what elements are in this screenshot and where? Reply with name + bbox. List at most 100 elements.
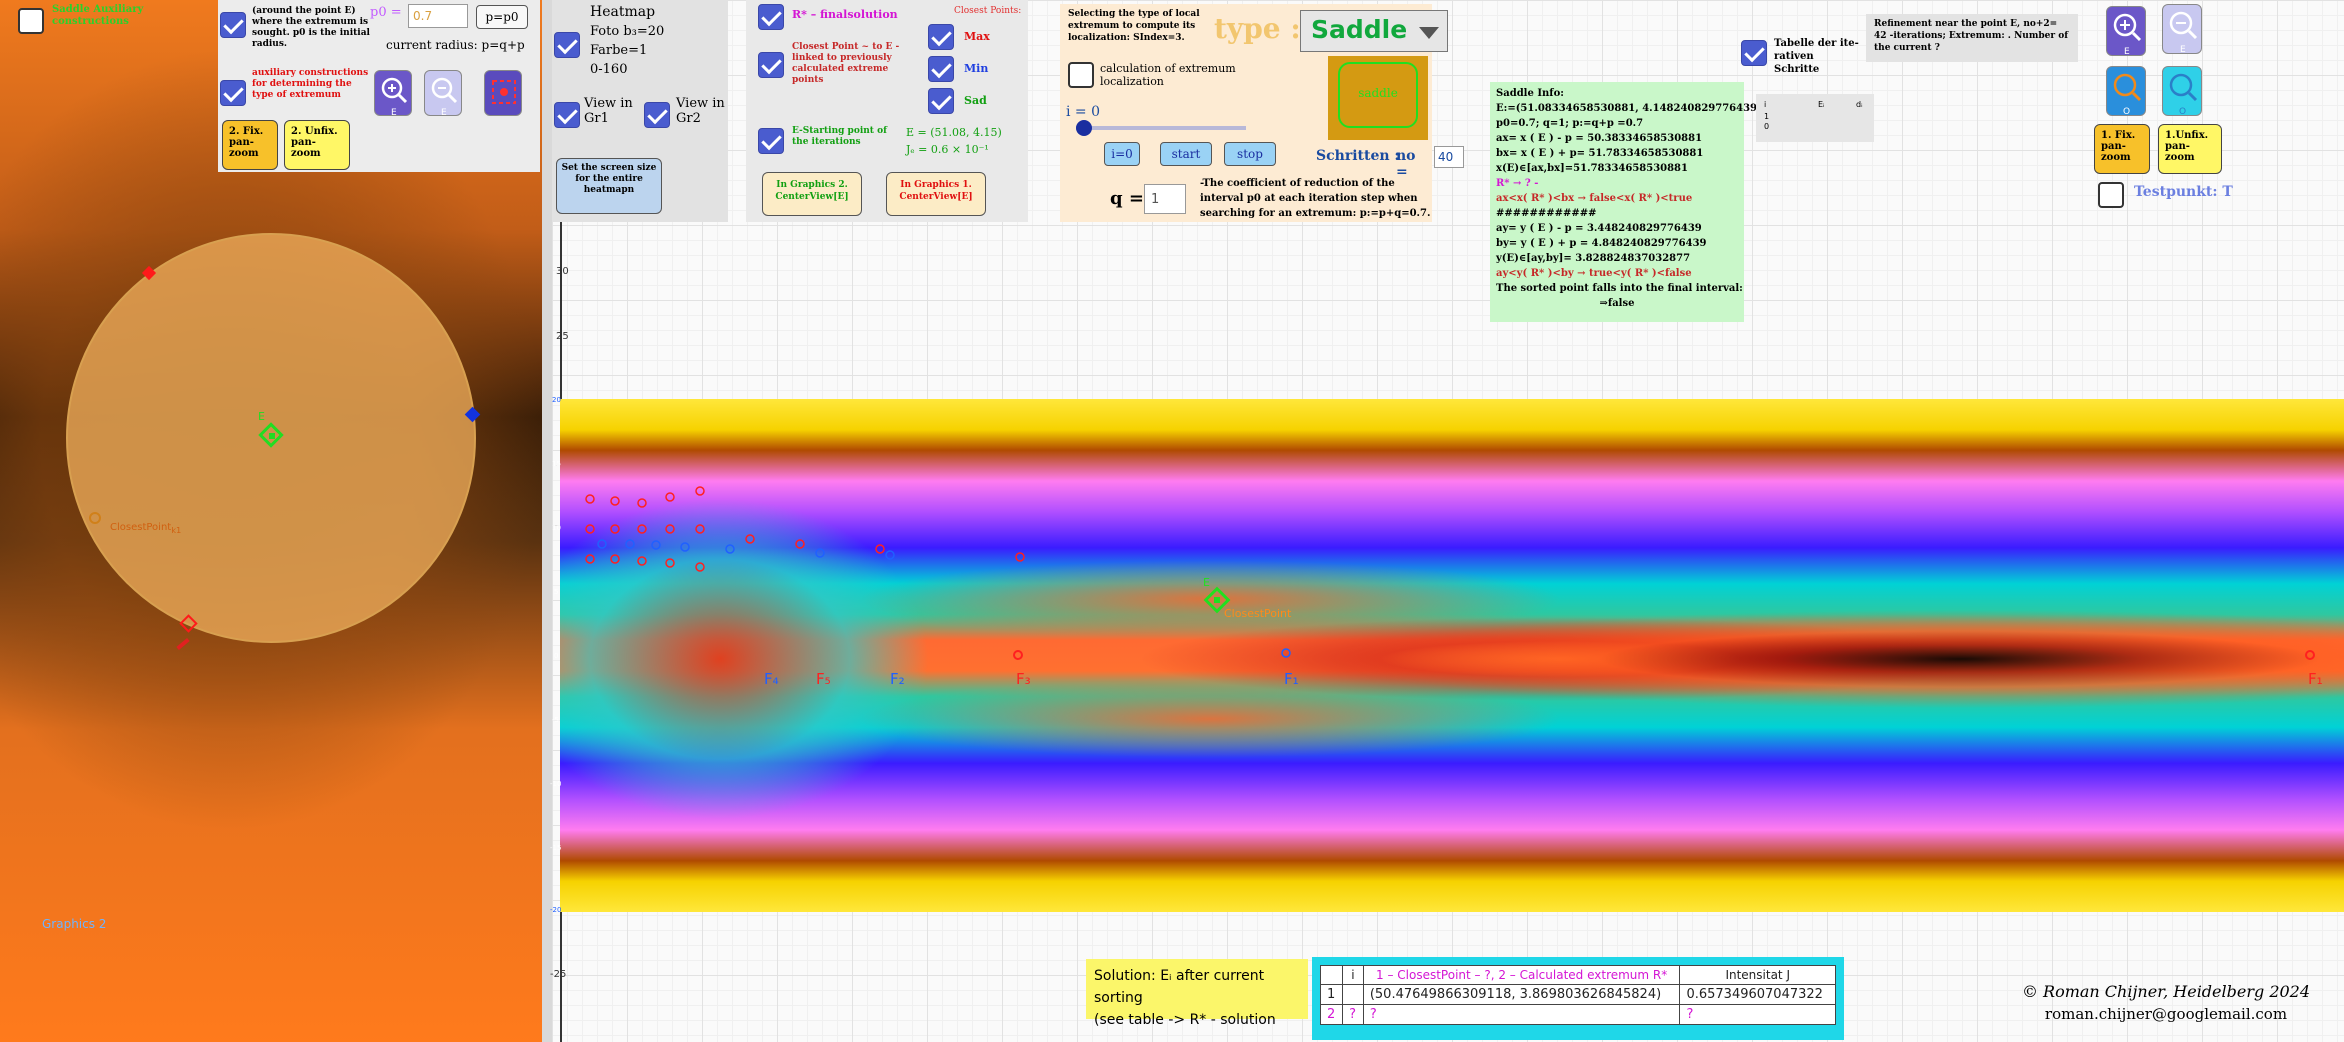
table-cell: (50.47649866309118, 3.869803626845824)	[1362, 984, 1681, 1005]
unfix-pan-zoom-1-button[interactable]: 1.Unfix. pan-zoom	[2158, 124, 2222, 174]
zoom-out-2-button[interactable]: E	[424, 70, 462, 118]
result-table-container: i1 – ClosestPoint – ?, 2 – Calculated ex…	[1312, 957, 1844, 1040]
calc-localization-checkbox[interactable]	[1068, 62, 1094, 88]
saddle-info-lines: Saddle Info: E:=(51.08334658530881, 4.148…	[1496, 86, 1769, 311]
panel-splitter[interactable]	[542, 0, 552, 1042]
zoom-out-icon: E	[431, 77, 458, 118]
selection-panel: Selecting the type of local extremum to …	[1060, 4, 1448, 222]
iteration-slider-handle[interactable]	[1076, 120, 1092, 136]
zoom-out-1-button[interactable]: E	[2162, 4, 2202, 55]
graphics2-label: Graphics 2	[42, 917, 107, 931]
saddle-info-line: bx= x ( E ) + p= 51.78334658530881	[1496, 148, 1704, 159]
type-dropdown-value: Saddle	[1311, 15, 1408, 44]
iteration-label: i = 0	[1066, 104, 1101, 120]
tabelle-header-e: Eᵢ	[1818, 100, 1825, 109]
no-input[interactable]	[1434, 146, 1464, 168]
zoom-out-icon: E	[2169, 11, 2198, 55]
view-gr1-checkbox[interactable]	[554, 102, 580, 128]
stop-button[interactable]: stop	[1224, 142, 1276, 166]
fix-pan-zoom-2-button[interactable]: 2. Fix. pan-zoom	[222, 120, 278, 170]
screen-size-button[interactable]: Set the screen size for the entire heatm…	[556, 158, 662, 214]
closest-point-label: ClosestPointk1	[110, 522, 182, 535]
saddle-button[interactable]: saddle	[1338, 62, 1418, 128]
tabelle-checkbox[interactable]	[1741, 40, 1767, 66]
table-cell: 2	[1319, 1004, 1344, 1025]
heatmap-checkbox[interactable]	[554, 32, 580, 58]
tabelle-cell: 0	[1764, 122, 1770, 131]
start-button[interactable]: start	[1160, 142, 1212, 166]
range-label: 0-160	[590, 62, 628, 77]
sad-label: Sad	[964, 94, 987, 107]
zoom-in-origin-button[interactable]: O	[2106, 66, 2146, 117]
view-gr2-label: View in Gr2	[676, 96, 725, 126]
testpunkt-checkbox[interactable]	[2098, 182, 2124, 208]
starting-point-checkbox[interactable]	[758, 128, 784, 154]
saddle-info-line: ax<x( R* )<bx → false<x( R* )<true	[1496, 193, 1693, 204]
view-gr1-label: View in Gr1	[584, 96, 633, 126]
final-solution-checkbox[interactable]	[758, 4, 784, 30]
solution-panel: R* – finalsolution Closest Point ~ to E …	[746, 0, 1028, 222]
aux-construction-label: Saddle Auxiliary constructions	[52, 4, 144, 27]
saddle-info-line: x(E)∈[ax,bx]=51.78334658530881	[1496, 163, 1688, 174]
result-table-header-cell	[1319, 965, 1344, 985]
graphics2-control-panel: (around the point E) where the extremum …	[218, 0, 540, 172]
table-row[interactable]: 1 (50.47649866309118, 3.869803626845824) 0…	[1319, 984, 1836, 1005]
table-row[interactable]: 2???	[1319, 1004, 1836, 1025]
center-view-g2-button[interactable]: In Graphics 2. CenterView[E]	[762, 172, 862, 216]
fix-pan-zoom-1-button[interactable]: 1. Fix. pan-zoom	[2094, 124, 2150, 174]
starting-point-label: E-Starting point of the iterations	[792, 126, 887, 147]
closest-point-checkbox[interactable]	[758, 52, 784, 78]
aux-construction-checkbox[interactable]	[18, 8, 44, 34]
zoom-in-1-button[interactable]: E	[2106, 6, 2146, 57]
result-table-body: 1 (50.47649866309118, 3.869803626845824) 0…	[1319, 984, 1836, 1025]
fit-view-button[interactable]	[484, 70, 522, 116]
e-point-center	[269, 433, 275, 439]
j-value: Jₑ = 0.6 × 10⁻¹	[906, 143, 989, 156]
search-radius-checkbox[interactable]	[220, 12, 246, 38]
unfix-pan-zoom-2-button[interactable]: 2. Unfix. pan-zoom	[284, 120, 350, 170]
p0-label: p0 =	[370, 5, 402, 20]
f1-blue-label: F₁	[1284, 670, 1299, 688]
search-radius-text: (around the point E) where the extremum …	[252, 6, 370, 49]
table-cell: ?	[1362, 1004, 1681, 1025]
heat-tick-label: -15	[550, 844, 562, 852]
iteration-slider-track[interactable]	[1076, 126, 1246, 130]
max-label: Max	[964, 30, 990, 43]
saddle-info-line: ax= x ( E ) - p = 50.38334658530881	[1496, 133, 1703, 144]
result-table-header-cell: i	[1342, 965, 1364, 985]
saddle-info-line: E:=(51.08334658530881, 4.148240829776439…	[1496, 103, 1769, 114]
y-tick-label: 25	[556, 331, 569, 342]
zoom-in-2-button[interactable]: E	[374, 70, 412, 118]
result-table-header: i1 – ClosestPoint – ?, 2 – Calculated ex…	[1319, 965, 1836, 985]
type-dropdown[interactable]: Saddle	[1300, 10, 1448, 52]
svg-text:O: O	[2179, 107, 2186, 117]
min-checkbox[interactable]	[928, 56, 954, 82]
saddle-info-line: p0=0.7; q=1; p:=q+p =0.7	[1496, 118, 1644, 129]
max-checkbox[interactable]	[928, 24, 954, 50]
saddle-info-line: y(E)∈[ay,by]= 3.828824837032877	[1496, 253, 1691, 264]
zoom-in-icon: E	[381, 77, 408, 118]
heat-tick-label: 10	[552, 524, 561, 532]
q-input[interactable]	[1144, 184, 1186, 214]
table-cell	[1342, 984, 1364, 1005]
q-label: q =	[1110, 188, 1144, 209]
table-cell: 0.657349607047322	[1679, 984, 1836, 1005]
type-label: type :	[1214, 12, 1301, 45]
p-equals-p0-button[interactable]: p=p0	[476, 5, 528, 29]
solution-note: Solution: Eᵢ after current sorting (see …	[1086, 959, 1308, 1028]
view-gr2-checkbox[interactable]	[644, 102, 670, 128]
heat-tick-label: -20	[550, 906, 562, 914]
aux-type-checkbox[interactable]	[220, 80, 246, 106]
zoom-out-origin-button[interactable]: O	[2162, 66, 2202, 117]
saddle-info-line: ay= y ( E ) - p = 3.448240829776439	[1496, 223, 1702, 234]
i-reset-button[interactable]: i=0	[1104, 142, 1140, 166]
heat-tick-label: -5	[552, 716, 559, 724]
copyright-email: roman.chijner@googlemail.com	[2044, 1005, 2288, 1023]
heat-tick-label: -10	[550, 780, 562, 788]
sad-checkbox[interactable]	[928, 88, 954, 114]
closest-point-marker[interactable]	[89, 512, 101, 524]
heat-tick-label: 0	[554, 652, 559, 660]
f2-label: F₂	[890, 670, 905, 688]
center-view-g1-button[interactable]: In Graphics 1. CenterView[E]	[886, 172, 986, 216]
p0-input[interactable]	[408, 4, 468, 28]
